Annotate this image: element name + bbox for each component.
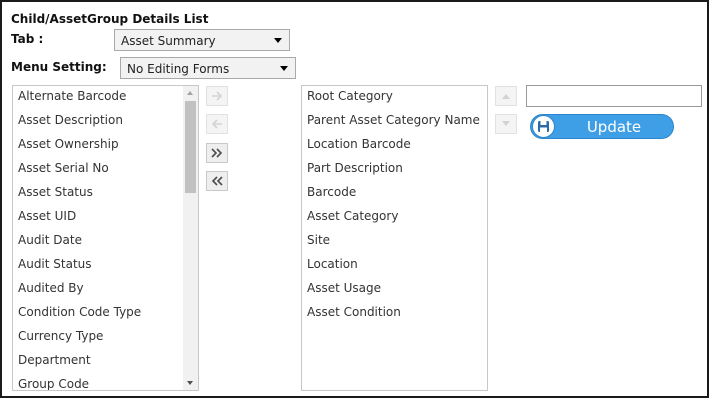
- move-right-button[interactable]: [206, 86, 228, 106]
- tab-select-value: Asset Summary: [121, 34, 216, 48]
- list-item[interactable]: Department: [13, 348, 183, 372]
- move-down-button[interactable]: [495, 114, 517, 134]
- arrow-left-icon: [211, 119, 222, 129]
- chevron-down-icon: [280, 66, 288, 71]
- triangle-down-icon: [502, 121, 510, 126]
- menu-setting-select[interactable]: No Editing Forms: [120, 57, 296, 79]
- list-item[interactable]: Root Category: [302, 86, 487, 108]
- double-arrow-left-icon: [211, 176, 223, 186]
- scrollbar-thumb[interactable]: [185, 101, 196, 193]
- list-item[interactable]: Asset Usage: [302, 276, 487, 300]
- page-title: Child/AssetGroup Details List: [11, 12, 209, 26]
- list-item[interactable]: Audited By: [13, 276, 183, 300]
- tab-select[interactable]: Asset Summary: [114, 29, 290, 51]
- triangle-up-icon: [502, 94, 510, 99]
- scroll-down-arrow-icon[interactable]: [187, 381, 193, 385]
- arrow-right-icon: [212, 91, 223, 101]
- menu-setting-select-value: No Editing Forms: [127, 62, 230, 76]
- move-all-left-button[interactable]: [206, 171, 228, 191]
- list-item[interactable]: Group Code: [13, 372, 183, 390]
- move-all-right-button[interactable]: [206, 143, 228, 163]
- list-item[interactable]: Asset Status: [13, 180, 183, 204]
- selected-fields-list[interactable]: Root Category Parent Asset Category Name…: [301, 85, 488, 391]
- field-name-input[interactable]: [526, 85, 702, 107]
- save-icon: [532, 115, 555, 138]
- tab-label: Tab :: [11, 32, 44, 46]
- list-item[interactable]: Asset Ownership: [13, 132, 183, 156]
- move-left-button[interactable]: [206, 114, 228, 134]
- list-item[interactable]: Asset Category: [302, 204, 487, 228]
- list-item[interactable]: Barcode: [302, 180, 487, 204]
- list-item[interactable]: Location Barcode: [302, 132, 487, 156]
- list-item[interactable]: Asset UID: [13, 204, 183, 228]
- list-item[interactable]: Parent Asset Category Name: [302, 108, 487, 132]
- update-button[interactable]: Update: [530, 114, 674, 139]
- move-up-button[interactable]: [495, 86, 517, 106]
- details-list-panel: Child/AssetGroup Details List Tab : Asse…: [0, 0, 709, 398]
- list-item[interactable]: Currency Type: [13, 324, 183, 348]
- chevron-down-icon: [274, 38, 282, 43]
- list-item[interactable]: Asset Description: [13, 108, 183, 132]
- available-fields-list[interactable]: Alternate Barcode Asset Description Asse…: [12, 85, 199, 391]
- list-item[interactable]: Site: [302, 228, 487, 252]
- list-item[interactable]: Part Description: [302, 156, 487, 180]
- list-item[interactable]: Asset Condition: [302, 300, 487, 324]
- selected-fields-items: Root Category Parent Asset Category Name…: [302, 86, 487, 324]
- list-item[interactable]: Condition Code Type: [13, 300, 183, 324]
- double-arrow-right-icon: [211, 148, 223, 158]
- menu-setting-label: Menu Setting:: [11, 60, 107, 74]
- list-item[interactable]: Location: [302, 252, 487, 276]
- scroll-up-arrow-icon[interactable]: [187, 91, 193, 95]
- list-item[interactable]: Asset Serial No: [13, 156, 183, 180]
- scrollbar[interactable]: [183, 86, 198, 390]
- list-item[interactable]: Audit Date: [13, 228, 183, 252]
- update-button-label: Update: [586, 118, 642, 136]
- list-item[interactable]: Alternate Barcode: [13, 86, 183, 108]
- available-fields-items: Alternate Barcode Asset Description Asse…: [13, 86, 183, 390]
- list-item[interactable]: Audit Status: [13, 252, 183, 276]
